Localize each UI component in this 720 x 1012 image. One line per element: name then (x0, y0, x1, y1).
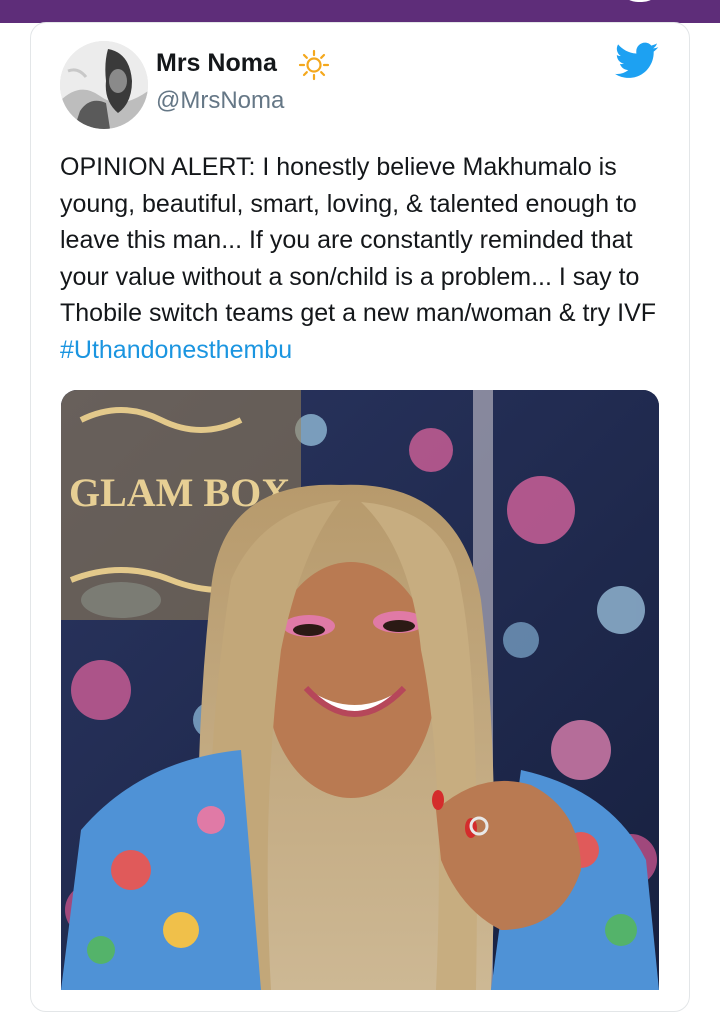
tweet-text: OPINION ALERT: I honestly believe Makhum… (60, 153, 657, 328)
tweet-body: OPINION ALERT: I honestly believe Makhum… (60, 149, 675, 369)
sun-icon (298, 49, 330, 81)
author-handle[interactable]: @MrsNoma (156, 87, 284, 115)
tweet-media-image[interactable]: GLAM BOX (61, 390, 659, 990)
photo: GLAM BOX (61, 390, 659, 990)
twitter-bird-icon[interactable] (615, 42, 659, 80)
profile-avatar-edge[interactable] (618, 0, 662, 2)
avatar[interactable] (60, 41, 148, 129)
hashtag-link[interactable]: #Uthandonesthembu (60, 336, 292, 364)
author-display-name[interactable]: Mrs Noma (156, 49, 277, 78)
top-app-bar (0, 0, 720, 23)
